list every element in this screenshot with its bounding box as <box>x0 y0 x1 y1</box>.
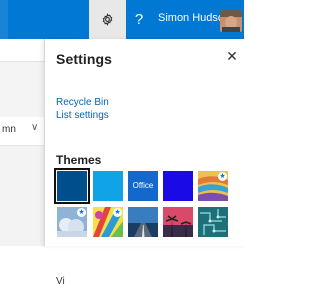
section-heading-partial: Vi <box>56 276 65 285</box>
theme-bright-blue[interactable] <box>163 171 193 201</box>
theme-sunset-stripes[interactable]: ★ <box>198 171 228 201</box>
theme-light-blue[interactable] <box>93 171 123 201</box>
panel-title: Settings <box>56 51 113 67</box>
blue-road-image <box>128 207 158 237</box>
background-toolbar <box>0 39 44 62</box>
help-icon: ? <box>134 11 144 28</box>
theme-office[interactable]: Office <box>128 171 158 201</box>
close-icon[interactable]: ✕ <box>224 48 240 64</box>
star-icon: ★ <box>218 172 227 181</box>
themes-heading: Themes <box>56 153 102 167</box>
star-icon: ★ <box>113 208 122 217</box>
top-navigation-bar: ? Simon Hudson <box>0 0 244 39</box>
chevron-down-icon[interactable]: ∨ <box>31 122 38 133</box>
circuit-board-image <box>198 207 228 237</box>
settings-panel: Settings ✕ Recycle Bin List settings The… <box>44 39 245 285</box>
theme-colorful-abstract[interactable]: ★ <box>93 207 123 237</box>
list-settings-link[interactable]: List settings <box>56 110 109 121</box>
avatar[interactable] <box>220 10 242 32</box>
theme-blue-road[interactable] <box>128 207 158 237</box>
help-button[interactable]: ? <box>126 0 152 39</box>
column-header-label[interactable]: mn <box>2 124 16 135</box>
settings-gear-button[interactable] <box>89 0 126 39</box>
theme-sky-clouds[interactable]: ★ <box>57 207 87 237</box>
theme-circuit-board[interactable] <box>198 207 228 237</box>
recycle-bin-link[interactable]: Recycle Bin <box>56 97 109 108</box>
theme-dark-blue[interactable] <box>54 168 90 204</box>
background-header-area <box>0 62 44 117</box>
gear-icon <box>102 13 113 26</box>
star-icon: ★ <box>77 208 86 217</box>
palm-sunset-image <box>163 207 193 237</box>
office-theme-label: Office <box>132 181 154 190</box>
theme-palm-sunset[interactable] <box>163 207 193 237</box>
topbar-left-strip <box>0 0 8 39</box>
